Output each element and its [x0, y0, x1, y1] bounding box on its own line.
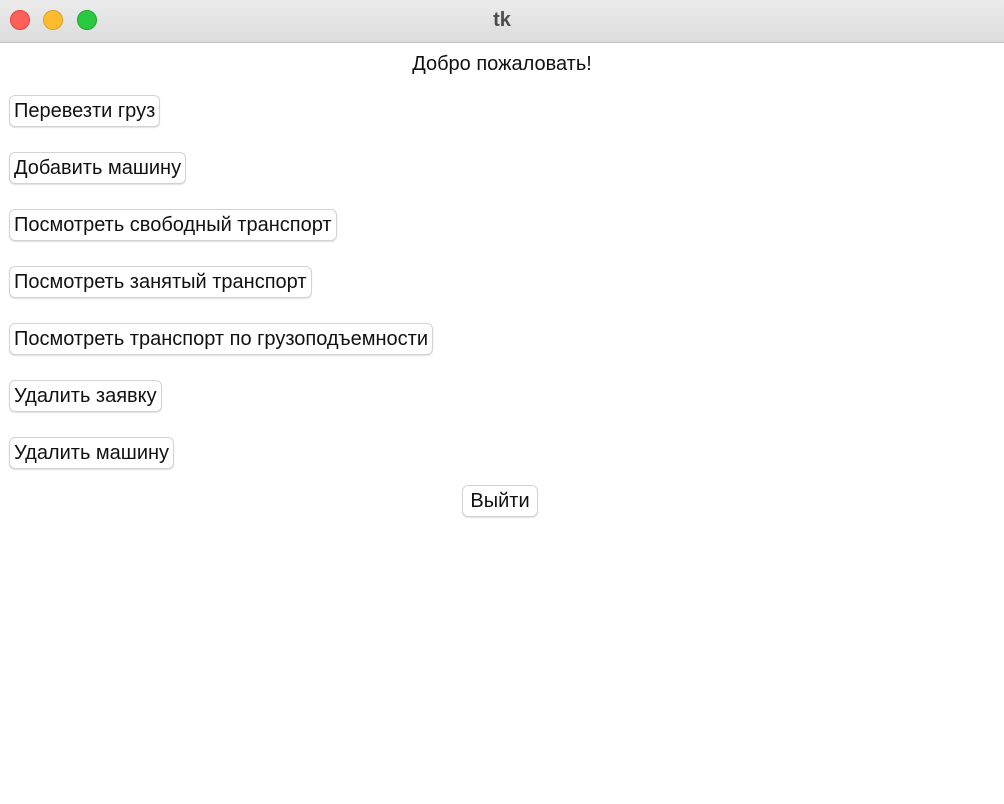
- window-title: tk: [493, 9, 511, 31]
- view-transport-by-capacity-button[interactable]: Посмотреть транспорт по грузоподъемности: [9, 323, 434, 355]
- title-bar: tk: [0, 0, 1004, 43]
- view-free-transport-button[interactable]: Посмотреть свободный транспорт: [9, 209, 337, 241]
- welcome-label: Добро пожаловать!: [412, 53, 592, 75]
- transport-cargo-button[interactable]: Перевезти груз: [9, 95, 161, 127]
- exit-button[interactable]: Выйти: [462, 485, 538, 517]
- delete-request-button[interactable]: Удалить заявку: [9, 380, 162, 412]
- app-window: tk Добро пожаловать! Перевезти груз Доба…: [0, 0, 1004, 804]
- delete-vehicle-button[interactable]: Удалить машину: [9, 437, 175, 469]
- main-content: Добро пожаловать! Перевезти груз Добавит…: [0, 44, 1004, 804]
- view-busy-transport-button[interactable]: Посмотреть занятый транспорт: [9, 266, 312, 298]
- add-vehicle-button[interactable]: Добавить машину: [9, 152, 187, 184]
